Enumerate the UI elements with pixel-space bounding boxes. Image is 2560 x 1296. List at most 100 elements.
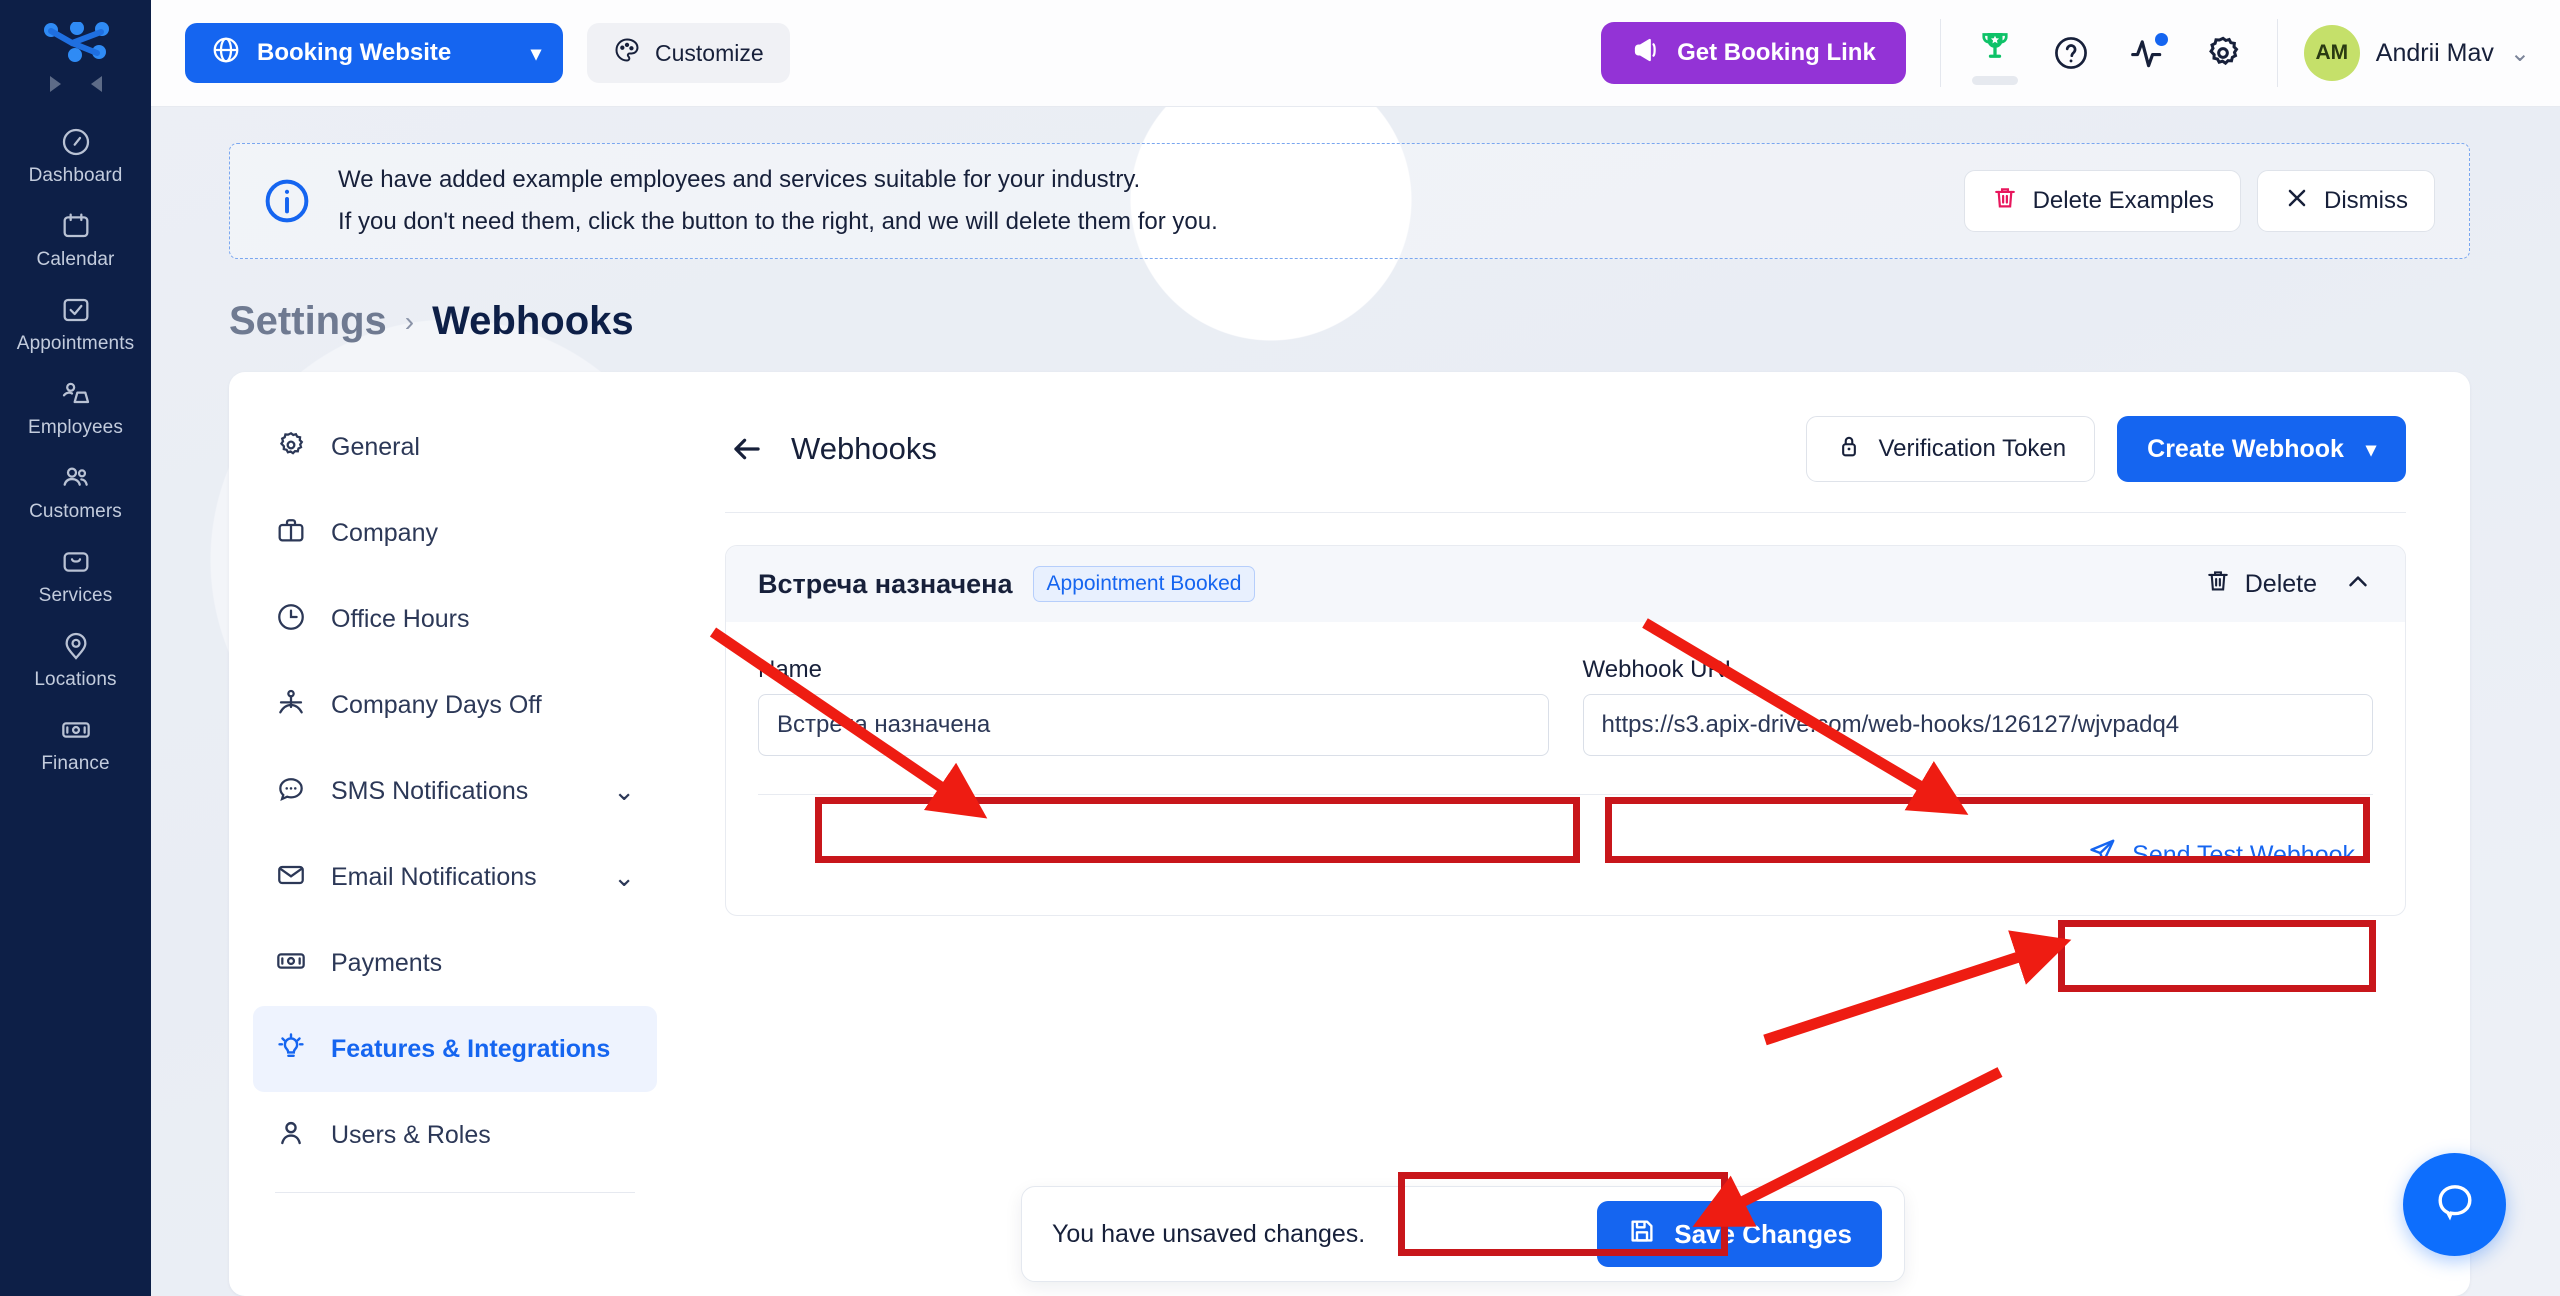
chat-bubble-icon	[2431, 1178, 2479, 1231]
briefcase-icon	[275, 515, 307, 552]
sidebar-item-appointments[interactable]: Appointments	[0, 282, 151, 366]
breadcrumb: Settings › Webhooks	[229, 299, 2560, 344]
customize-label: Customize	[655, 39, 764, 66]
status-badge: Appointment Booked	[1032, 566, 1256, 602]
content-header: Webhooks Verification Token Create Webho…	[725, 406, 2406, 492]
sidebar-item-label: Locations	[34, 669, 117, 690]
trophy-progress[interactable]	[1971, 21, 2019, 85]
delete-examples-label: Delete Examples	[2032, 187, 2214, 214]
sidebar-item-users-roles[interactable]: Users & Roles	[253, 1092, 657, 1178]
sidebar-item-label: Features & Integrations	[331, 1034, 611, 1063]
floppy-save-icon	[1627, 1216, 1657, 1253]
gear-icon[interactable]	[2199, 29, 2247, 77]
settings-nav-divider	[275, 1192, 635, 1193]
customers-icon	[59, 461, 93, 495]
send-paper-plane-icon	[2087, 837, 2117, 874]
triangle-left-icon[interactable]	[90, 76, 102, 92]
user-icon	[275, 1117, 307, 1154]
megaphone-icon	[1631, 35, 1661, 72]
banner-actions: Delete Examples Dismiss	[1963, 170, 2435, 232]
help-chat-button[interactable]	[2403, 1153, 2506, 1256]
delete-webhook-button[interactable]: Delete	[2204, 567, 2317, 602]
primary-sidebar: Dashboard Calendar Appointments Employee…	[0, 0, 151, 1296]
sidebar-item-company[interactable]: Company	[253, 490, 657, 576]
webhooks-content: Webhooks Verification Token Create Webho…	[681, 372, 2470, 1296]
sidebar-item-label: General	[331, 432, 420, 461]
trash-icon	[1991, 184, 2019, 219]
get-booking-link-button[interactable]: Get Booking Link	[1601, 22, 1906, 84]
sidebar-item-email-notifications[interactable]: Email Notifications ⌄	[253, 834, 657, 920]
save-button[interactable]: Save Changes	[1597, 1201, 1882, 1267]
verification-token-button[interactable]: Verification Token	[1806, 416, 2096, 482]
webhook-url-field: Webhook URL	[1582, 656, 2373, 756]
sidebar-item-locations[interactable]: Locations	[0, 618, 151, 702]
sidebar-item-label: Finance	[41, 753, 110, 774]
trophy-icon[interactable]	[1971, 21, 2019, 69]
breadcrumb-parent[interactable]: Settings	[229, 299, 387, 344]
webhook-card-header: Встреча назначена Appointment Booked Del…	[726, 546, 2405, 622]
app-root: Dashboard Calendar Appointments Employee…	[0, 0, 2560, 1296]
sidebar-item-customers[interactable]: Customers	[0, 450, 151, 534]
activity-pulse-icon[interactable]	[2123, 29, 2171, 77]
sidebar-item-services[interactable]: Services	[0, 534, 151, 618]
lock-icon	[1835, 432, 1863, 467]
sidebar-item-calendar[interactable]: Calendar	[0, 198, 151, 282]
palette-icon	[613, 36, 641, 70]
sidebar-item-company-days-off[interactable]: Company Days Off	[253, 662, 657, 748]
sidebar-item-employees[interactable]: Employees	[0, 366, 151, 450]
sidebar-item-label: Dashboard	[28, 165, 123, 186]
sidebar-item-features-integrations[interactable]: Features & Integrations	[253, 1006, 657, 1092]
clock-icon	[275, 601, 307, 638]
name-input[interactable]	[758, 694, 1549, 756]
sidebar-collapse-controls[interactable]	[49, 76, 102, 92]
webhook-title: Встреча назначена	[758, 568, 1013, 599]
user-menu[interactable]: AM Andrii Mav ⌄	[2303, 25, 2530, 81]
send-test-webhook-button[interactable]: Send Test Webhook	[2073, 827, 2369, 884]
webhook-name-field: Name	[758, 656, 1549, 756]
page-title: Webhooks	[432, 299, 634, 343]
content-title: Webhooks	[791, 431, 937, 466]
close-x-icon	[2284, 185, 2310, 218]
trophy-progress-bar	[1971, 76, 2018, 85]
sidebar-item-general[interactable]: General	[253, 404, 657, 490]
triangle-right-icon[interactable]	[49, 76, 61, 92]
notification-dot	[2154, 33, 2168, 46]
sidebar-item-label: Users & Roles	[331, 1120, 491, 1149]
get-booking-link-label: Get Booking Link	[1677, 39, 1876, 66]
sidebar-item-finance[interactable]: Finance	[0, 702, 151, 786]
trash-icon	[2204, 567, 2232, 602]
webhook-url-input[interactable]	[1582, 694, 2373, 756]
gear-icon	[275, 429, 307, 466]
calendar-icon	[59, 209, 93, 243]
sidebar-item-sms-notifications[interactable]: SMS Notifications ⌄	[253, 748, 657, 834]
sidebar-item-dashboard[interactable]: Dashboard	[0, 114, 151, 198]
chevron-up-icon[interactable]	[2343, 567, 2373, 602]
booking-website-button[interactable]: Booking Website ▾	[185, 23, 563, 83]
customize-button[interactable]: Customize	[587, 23, 790, 83]
banknote-icon	[275, 945, 307, 982]
arrow-left-icon[interactable]	[725, 427, 769, 471]
save-label: Save Changes	[1674, 1218, 1852, 1249]
question-circle-icon[interactable]	[2047, 29, 2095, 77]
sidebar-item-label: Services	[38, 585, 113, 606]
send-test-webhook-label: Send Test Webhook	[2132, 840, 2355, 869]
sidebar-item-office-hours[interactable]: Office Hours	[253, 576, 657, 662]
create-webhook-button[interactable]: Create Webhook ▾	[2117, 416, 2406, 482]
network-nodes-logo[interactable]	[33, 18, 119, 68]
chevron-down-icon: ▾	[2365, 438, 2376, 461]
sidebar-item-label: Office Hours	[331, 604, 470, 633]
delete-examples-button[interactable]: Delete Examples	[1963, 170, 2241, 232]
sidebar-item-label: Company	[331, 518, 438, 547]
globe-icon	[211, 35, 241, 72]
sidebar-item-label: Calendar	[36, 249, 115, 270]
chevron-down-icon[interactable]: ⌄	[613, 862, 635, 893]
dismiss-button[interactable]: Dismiss	[2257, 170, 2435, 232]
main-area: Booking Website ▾ Customize Get Booking …	[151, 0, 2560, 1296]
sidebar-item-label: SMS Notifications	[331, 776, 529, 805]
sidebar-item-label: Employees	[28, 417, 123, 438]
chevron-down-icon[interactable]: ⌄	[613, 776, 635, 807]
webhook-card-footer: Send Test Webhook	[758, 795, 2373, 915]
sidebar-item-payments[interactable]: Payments	[253, 920, 657, 1006]
delete-webhook-label: Delete	[2244, 569, 2317, 598]
user-name: Andrii Mav	[2375, 38, 2494, 67]
